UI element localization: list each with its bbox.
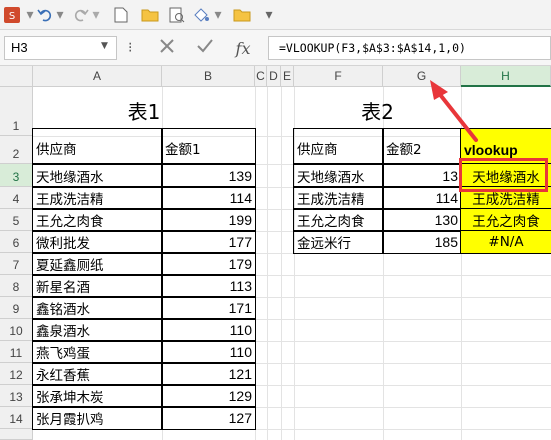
row-header-10[interactable]: 10 (0, 319, 33, 341)
table1-amount-cell[interactable]: 129 (161, 384, 256, 408)
column-header-c[interactable]: C (255, 66, 267, 87)
column-header-b[interactable]: B (162, 66, 255, 87)
table1-supplier-cell[interactable]: 鑫铭酒水 (32, 296, 163, 320)
table2-lookup-cell[interactable]: 王允之肉食 (460, 208, 551, 232)
row-header-8[interactable]: 8 (0, 275, 33, 297)
redo-dropdown-icon[interactable]: ▾ (90, 4, 102, 26)
row-header-5[interactable]: 5 (0, 209, 33, 231)
formula-bar: H3 ▼ ⁝ fx =VLOOKUP(F3,$A$3:$A$14,1,0) (0, 30, 551, 66)
print-preview-icon[interactable] (168, 4, 186, 26)
gridline (33, 429, 551, 430)
table2-lookup-cell[interactable]: 王成洗洁精 (460, 186, 551, 210)
table2-supplier-cell[interactable]: 天地缘酒水 (293, 163, 384, 188)
column-header-g[interactable]: G (383, 66, 461, 87)
gridline (267, 87, 268, 440)
undo-dropdown-icon[interactable]: ▾ (54, 4, 66, 26)
table2-header-amount[interactable]: 金额2 (382, 128, 462, 165)
row-header-11[interactable]: 11 (0, 341, 33, 363)
table1-header-amount[interactable]: 金额1 (161, 128, 256, 165)
row-header-15[interactable] (0, 429, 33, 440)
row-header-13[interactable]: 13 (0, 385, 33, 407)
table1-amount-cell[interactable]: 139 (161, 163, 256, 188)
drag-handle-icon[interactable]: ⁝ (128, 40, 132, 56)
table1-title[interactable]: 表1 (33, 96, 255, 125)
row-header-9[interactable]: 9 (0, 297, 33, 319)
row-header-7[interactable]: 7 (0, 253, 33, 275)
table1-header-supplier[interactable]: 供应商 (32, 128, 163, 165)
folder-icon[interactable] (232, 4, 252, 26)
table2-header-supplier[interactable]: 供应商 (293, 128, 384, 165)
chevron-down-icon[interactable]: ▾ (212, 4, 224, 26)
table2-amount-cell[interactable]: 13 (382, 163, 462, 188)
chevron-down-icon[interactable]: ▾ (24, 4, 36, 26)
row-header-14[interactable]: 14 (0, 407, 33, 429)
table1-amount-cell[interactable]: 110 (161, 318, 256, 342)
table1-amount-cell[interactable]: 113 (161, 274, 256, 298)
svg-text:S: S (9, 11, 15, 22)
column-header-d[interactable]: D (267, 66, 281, 87)
table2-lookup-cell[interactable]: #N/A (460, 230, 551, 254)
table1-amount-cell[interactable]: 179 (161, 252, 256, 276)
table1-supplier-cell[interactable]: 张承坤木炭 (32, 384, 163, 408)
open-folder-icon[interactable] (140, 4, 160, 26)
formula-actions: fx (148, 36, 266, 60)
table1-amount-cell[interactable]: 110 (161, 340, 256, 364)
check-icon[interactable] (186, 38, 224, 58)
row-header-4[interactable]: 4 (0, 187, 33, 209)
row-header-6[interactable]: 6 (0, 231, 33, 253)
table2-lookup-cell[interactable]: 天地缘酒水 (460, 163, 551, 188)
table1-supplier-cell[interactable]: 微利批发 (32, 230, 163, 254)
name-box-dropdown-icon[interactable]: ▼ (101, 41, 108, 51)
table1-supplier-cell[interactable]: 天地缘酒水 (32, 163, 163, 188)
format-painter-icon[interactable] (192, 4, 212, 26)
table2-supplier-cell[interactable]: 王成洗洁精 (293, 186, 384, 210)
column-header-h[interactable]: H (461, 66, 551, 87)
table2-amount-cell[interactable]: 130 (382, 208, 462, 232)
table1-supplier-cell[interactable]: 燕飞鸡蛋 (32, 340, 163, 364)
table2-amount-cell[interactable]: 185 (382, 230, 462, 254)
column-header-f[interactable]: F (294, 66, 383, 87)
app-logo-icon[interactable]: S (4, 4, 20, 26)
formula-input[interactable]: =VLOOKUP(F3,$A$3:$A$14,1,0) (268, 36, 551, 60)
table1-amount-cell[interactable]: 177 (161, 230, 256, 254)
row-header-2[interactable]: 2 (0, 136, 33, 164)
column-header-a[interactable]: A (33, 66, 162, 87)
column-header-e[interactable]: E (281, 66, 294, 87)
table1-supplier-cell[interactable]: 王成洗洁精 (32, 186, 163, 210)
cancel-icon[interactable] (148, 38, 186, 58)
table2-supplier-cell[interactable]: 王允之肉食 (293, 208, 384, 232)
table2-supplier-cell[interactable]: 金远米行 (293, 230, 384, 254)
table1-amount-cell[interactable]: 121 (161, 362, 256, 386)
gridline (255, 87, 256, 440)
table1-supplier-cell[interactable]: 鑫泉酒水 (32, 318, 163, 342)
table1-amount-cell[interactable]: 114 (161, 186, 256, 210)
gridline (281, 87, 282, 440)
table1-amount-cell[interactable]: 171 (161, 296, 256, 320)
redo-icon[interactable] (72, 4, 90, 26)
table2-header-lookup[interactable]: vlookup (460, 128, 551, 165)
undo-icon[interactable] (36, 4, 54, 26)
table1-amount-cell[interactable]: 199 (161, 208, 256, 232)
select-all-corner[interactable] (0, 66, 33, 87)
table1-supplier-cell[interactable]: 新星名酒 (32, 274, 163, 298)
table1-supplier-cell[interactable]: 永红香蕉 (32, 362, 163, 386)
row-header-12[interactable]: 12 (0, 363, 33, 385)
new-doc-icon[interactable] (112, 4, 130, 26)
table1-amount-cell[interactable]: 127 (161, 406, 256, 430)
quick-access-toolbar: S ▾ ▾ ▾ ▾ ▾ (0, 0, 551, 30)
more-icon[interactable]: ▾ (262, 4, 276, 26)
table1-supplier-cell[interactable]: 夏延鑫厕纸 (32, 252, 163, 276)
table1-supplier-cell[interactable]: 张月霞扒鸡 (32, 406, 163, 430)
table1-supplier-cell[interactable]: 王允之肉食 (32, 208, 163, 232)
row-header-3[interactable]: 3 (0, 164, 33, 187)
fx-icon[interactable]: fx (224, 39, 262, 58)
row-header-1[interactable]: 1 (0, 87, 33, 136)
table2-amount-cell[interactable]: 114 (382, 186, 462, 210)
table2-title[interactable]: 表2 (294, 96, 461, 125)
